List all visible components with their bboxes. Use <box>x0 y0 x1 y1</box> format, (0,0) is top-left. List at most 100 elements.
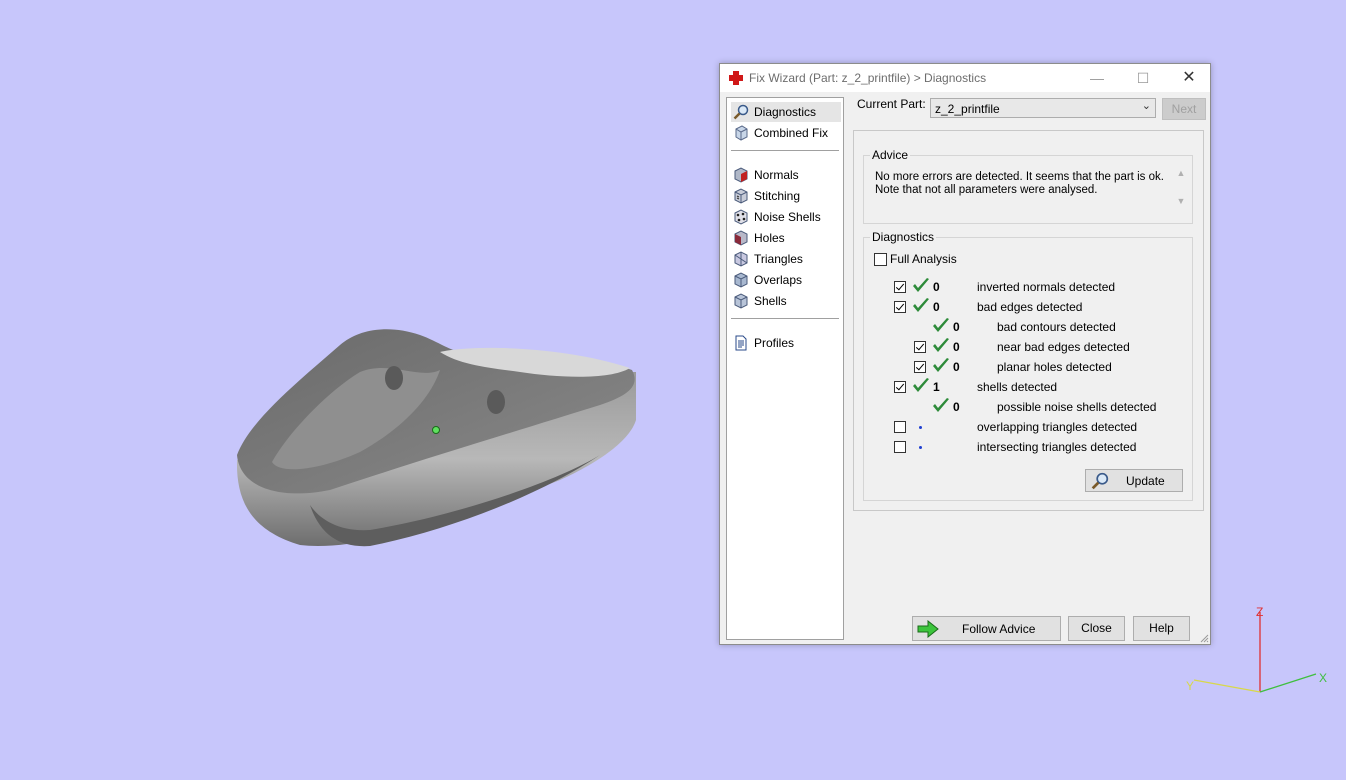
checkmark-icon <box>933 338 949 352</box>
current-part-value: z_2_printfile <box>935 102 1000 116</box>
diagnostic-count: 0 <box>953 320 960 334</box>
checkmark-icon <box>933 318 949 332</box>
pending-dot-icon <box>919 446 922 449</box>
nav-item-overlaps[interactable]: Overlaps <box>731 270 841 290</box>
nav-item-triangles[interactable]: Triangles <box>731 249 841 269</box>
pending-dot-icon <box>919 426 922 429</box>
axis-y-label: Y <box>1186 679 1194 693</box>
close-window-button[interactable]: ✕ <box>1166 64 1212 92</box>
advice-group: Advice No more errors are detected. It s… <box>863 148 1193 224</box>
maximize-button[interactable]: ☐ <box>1120 64 1166 92</box>
advice-line-2: Note that not all parameters were analys… <box>875 184 1098 196</box>
nav-item-label: Shells <box>754 294 787 308</box>
axis-x-label: X <box>1319 671 1327 685</box>
diagnostic-label: planar holes detected <box>997 360 1112 374</box>
diagnostic-checkbox[interactable] <box>914 341 926 353</box>
update-button[interactable]: Update <box>1085 469 1183 492</box>
diagnostic-label: shells detected <box>977 380 1058 394</box>
current-part-dropdown[interactable]: z_2_printfile ⌄ <box>930 98 1156 118</box>
close-button[interactable]: Close <box>1068 616 1125 641</box>
diagnostic-label: overlapping triangles detected <box>977 420 1138 434</box>
triangles-cube-icon <box>734 251 748 267</box>
diagnostic-count: 0 <box>953 340 960 354</box>
magnifier-icon <box>1091 472 1109 490</box>
advice-line-1: No more errors are detected. It seems th… <box>875 171 1164 183</box>
nav-item-label: Normals <box>754 168 799 182</box>
checkmark-icon <box>933 358 949 372</box>
advice-title: Advice <box>870 148 911 162</box>
nav-item-label: Combined Fix <box>754 126 829 140</box>
nav-divider <box>731 318 839 319</box>
nav-item-label: Profiles <box>754 336 795 350</box>
follow-advice-label: Follow Advice <box>962 622 1036 636</box>
checkmark-icon <box>913 378 929 392</box>
nav-item-shells[interactable]: Shells <box>731 291 841 311</box>
diagnostic-label: inverted normals detected <box>977 280 1116 294</box>
diagnostic-checkbox[interactable] <box>894 441 906 453</box>
diagnostics-title: Diagnostics <box>870 230 937 244</box>
nav-item-noise-shells[interactable]: Noise Shells <box>731 207 841 227</box>
current-part-label: Current Part: <box>857 97 926 111</box>
cube-icon <box>735 125 748 141</box>
diagnostic-count: 0 <box>933 280 940 294</box>
diagnostic-checkbox[interactable] <box>914 361 926 373</box>
nav-item-label: Overlaps <box>754 273 803 287</box>
title-bar[interactable]: Fix Wizard (Part: z_2_printfile) > Diagn… <box>720 64 1210 92</box>
red-cross-icon <box>729 71 743 85</box>
diagnostic-label: bad edges detected <box>977 300 1083 314</box>
diagnostic-checkbox[interactable] <box>894 301 906 313</box>
checkmark-icon <box>913 298 929 312</box>
nav-item-profiles[interactable]: Profiles <box>731 333 841 353</box>
nav-item-holes[interactable]: Holes <box>731 228 841 248</box>
normals-cube-icon <box>734 167 748 183</box>
nav-item-normals[interactable]: Normals <box>731 165 841 185</box>
advice-scrollbar[interactable]: ▲ ▼ <box>1174 166 1188 212</box>
document-icon <box>735 335 747 351</box>
diagnostic-label: bad contours detected <box>997 320 1116 334</box>
magnifier-icon <box>733 104 749 120</box>
diagnostic-checkbox[interactable] <box>894 381 906 393</box>
update-label: Update <box>1126 474 1165 488</box>
checkmark-icon <box>933 398 949 412</box>
follow-advice-button[interactable]: Follow Advice <box>912 616 1061 641</box>
diagnostic-count: 0 <box>953 400 960 414</box>
3d-part-model[interactable] <box>236 329 636 547</box>
minimize-button[interactable]: — <box>1074 64 1120 92</box>
full-analysis-label: Full Analysis <box>890 252 957 266</box>
window-title: Fix Wizard (Part: z_2_printfile) > Diagn… <box>749 71 987 85</box>
shells-cube-icon <box>734 293 748 309</box>
diagnostic-count: 0 <box>933 300 940 314</box>
green-arrow-icon <box>917 620 939 638</box>
diagnostic-count: 0 <box>953 360 960 374</box>
stitching-cube-icon <box>734 188 748 204</box>
help-button[interactable]: Help <box>1133 616 1190 641</box>
diagnostics-group: Diagnostics Full Analysis 0 inverted norm… <box>863 230 1193 501</box>
next-button[interactable]: Next <box>1162 98 1206 120</box>
diagnostics-panel: Advice No more errors are detected. It s… <box>853 130 1204 511</box>
nav-item-label: Holes <box>754 231 785 245</box>
resize-grip-icon[interactable] <box>1199 633 1209 643</box>
chevron-down-icon: ⌄ <box>1141 100 1151 112</box>
full-analysis-checkbox[interactable] <box>874 253 887 266</box>
nav-item-label: Triangles <box>754 252 803 266</box>
diagnostic-label: intersecting triangles detected <box>977 440 1137 454</box>
checkmark-icon <box>913 278 929 292</box>
nav-item-combined-fix[interactable]: Combined Fix <box>731 123 841 143</box>
noise-shells-icon <box>734 209 748 225</box>
diagnostic-checkbox[interactable] <box>894 421 906 433</box>
wizard-nav: Diagnostics Combined Fix Normals Stitchi… <box>726 97 844 640</box>
axis-z-label: Z <box>1256 605 1263 619</box>
nav-item-stitching[interactable]: Stitching <box>731 186 841 206</box>
nav-divider <box>731 150 839 151</box>
fix-wizard-dialog: Fix Wizard (Part: z_2_printfile) > Diagn… <box>719 63 1211 645</box>
nav-item-label: Stitching <box>754 189 801 203</box>
holes-cube-icon <box>734 230 748 246</box>
overlaps-cube-icon <box>734 272 748 288</box>
nav-item-label: Diagnostics <box>754 105 817 119</box>
diagnostic-count: 1 <box>933 380 940 394</box>
diagnostic-checkbox[interactable] <box>894 281 906 293</box>
nav-item-label: Noise Shells <box>754 210 821 224</box>
nav-item-diagnostics[interactable]: Diagnostics <box>731 102 841 122</box>
advice-text: No more errors are detected. It seems th… <box>875 171 1165 197</box>
diagnostic-label: near bad edges detected <box>997 340 1130 354</box>
